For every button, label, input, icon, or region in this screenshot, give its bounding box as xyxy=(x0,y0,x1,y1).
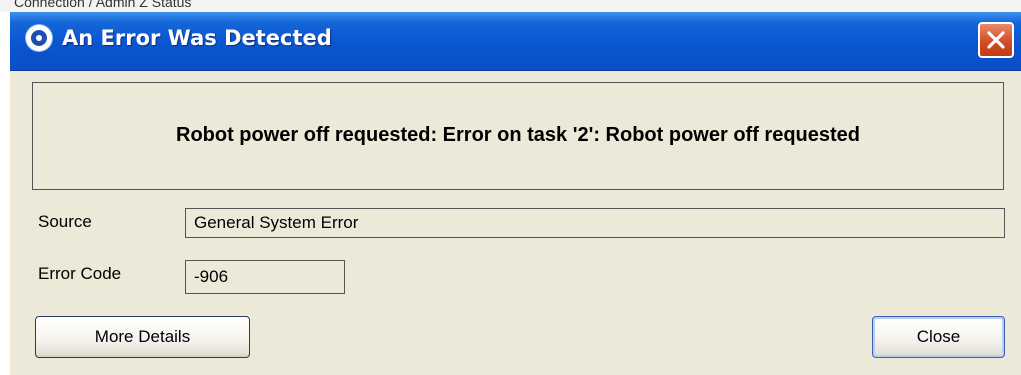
error-message-panel: Robot power off requested: Error on task… xyxy=(32,82,1004,190)
error-message: Robot power off requested: Error on task… xyxy=(176,124,860,146)
close-button[interactable]: Close xyxy=(872,316,1005,358)
app-logo-icon xyxy=(26,25,52,51)
error-dialog: An Error Was Detected Robot power off re… xyxy=(10,12,1021,375)
background-toolbar-strip: Connection / Admin Z Status xyxy=(0,0,1021,12)
error-code-field: -906 xyxy=(185,260,345,294)
close-x-icon xyxy=(987,31,1005,49)
source-label: Source xyxy=(38,212,92,231)
source-field: General System Error xyxy=(185,208,1005,238)
error-code-label: Error Code xyxy=(38,264,122,283)
more-details-button[interactable]: More Details xyxy=(35,316,250,358)
titlebar-close-button[interactable] xyxy=(978,22,1014,58)
dialog-titlebar[interactable]: An Error Was Detected xyxy=(10,12,1021,71)
dialog-title: An Error Was Detected xyxy=(62,26,332,50)
background-toolbar-text: Connection / Admin Z Status xyxy=(14,0,192,10)
